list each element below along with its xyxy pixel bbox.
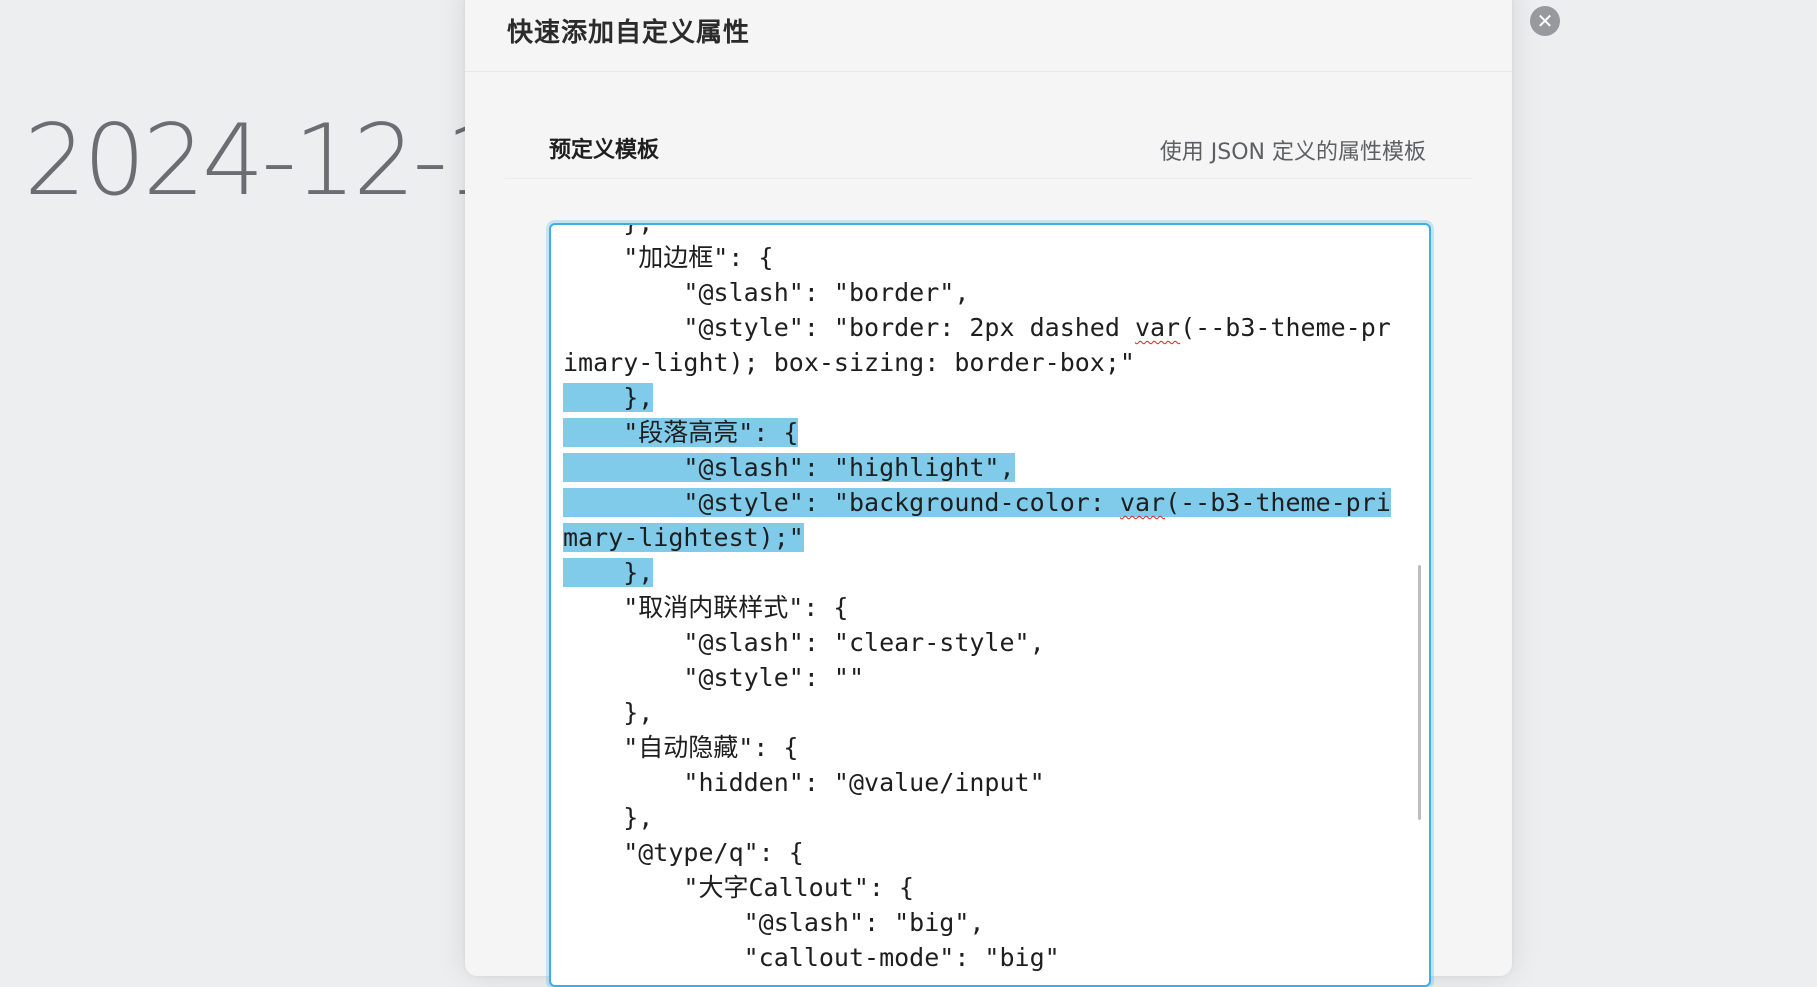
code-line-text: "hidden": "@value/input" <box>563 768 1045 797</box>
code-line-text: }, <box>563 803 654 832</box>
code-line[interactable]: "自动隐藏": { <box>563 730 1399 765</box>
code-line[interactable]: }, <box>563 555 1399 590</box>
code-line[interactable]: "@slash": "big", <box>563 905 1399 940</box>
code-fragment: "@style": "border: 2px dashed <box>563 313 1135 342</box>
editor-scrollbar[interactable] <box>1418 225 1424 985</box>
code-fragment: "@style": "background-color: <box>563 488 1120 517</box>
code-line[interactable]: "段落高亮": { <box>563 415 1399 450</box>
code-line-text: "@style": "background-color: var(--b3-th… <box>563 488 1391 517</box>
code-line[interactable]: "@style": "background-color: var(--b3-th… <box>563 485 1399 520</box>
code-line-text: "@type/q": { <box>563 838 804 867</box>
code-line-text: }, <box>563 225 653 237</box>
code-line[interactable]: "加边框": { <box>563 240 1399 275</box>
code-line[interactable]: "@style": "" <box>563 660 1399 695</box>
section-divider <box>505 178 1472 179</box>
code-line-text: mary-lightest);" <box>563 523 804 552</box>
code-line-text: "@slash": "big", <box>563 908 985 937</box>
code-line-text: "段落高亮": { <box>563 418 799 447</box>
code-line[interactable]: "大字Callout": { <box>563 870 1399 905</box>
json-template-editor[interactable]: }, "加边框": { "@slash": "border", "@style"… <box>549 223 1431 987</box>
code-fragment: (--b3-theme-pri <box>1165 488 1391 517</box>
code-line[interactable]: "取消内联样式": { <box>563 590 1399 625</box>
code-line[interactable]: }, <box>563 800 1399 835</box>
code-line-text: "@style": "" <box>563 663 865 692</box>
close-icon[interactable]: ✕ <box>1530 6 1560 36</box>
code-line[interactable]: }, <box>563 225 1399 240</box>
code-line[interactable]: imary-light); box-sizing: border-box;" <box>563 345 1399 380</box>
code-line-text: "加边框": { <box>563 243 774 272</box>
code-line[interactable]: "@slash": "highlight", <box>563 450 1399 485</box>
code-line[interactable]: "callout-mode": "big" <box>563 940 1399 975</box>
code-line-text: "@style": "border: 2px dashed var(--b3-t… <box>563 313 1391 342</box>
spellcheck-word: var <box>1134 313 1181 342</box>
template-section-label: 预定义模板 <box>549 138 660 163</box>
code-line-text: "@slash": "border", <box>563 278 970 307</box>
code-line[interactable]: }, <box>563 380 1399 415</box>
code-content[interactable]: }, "加边框": { "@slash": "border", "@style"… <box>563 225 1399 975</box>
code-line[interactable]: "@slash": "border", <box>563 275 1399 310</box>
scrollbar-thumb[interactable] <box>1418 565 1421 820</box>
code-line-text: "大字Callout": { <box>563 873 915 902</box>
code-line[interactable]: }, <box>563 695 1399 730</box>
code-line-text: "callout-mode": "big" <box>563 943 1060 972</box>
code-line-text: "@slash": "clear-style", <box>563 628 1045 657</box>
dialog-title: 快速添加自定义属性 <box>507 18 751 48</box>
code-line-text: }, <box>563 383 654 412</box>
code-line-text: imary-light); box-sizing: border-box;" <box>563 348 1135 377</box>
title-divider <box>465 71 1512 72</box>
code-line[interactable]: "@style": "border: 2px dashed var(--b3-t… <box>563 310 1399 345</box>
code-line-text: "自动隐藏": { <box>563 733 799 762</box>
code-fragment: (--b3-theme-pr <box>1180 313 1391 342</box>
code-line[interactable]: mary-lightest);" <box>563 520 1399 555</box>
code-line-text: }, <box>563 558 654 587</box>
spellcheck-word: var <box>1119 488 1166 517</box>
code-line-text: "@slash": "highlight", <box>563 453 1015 482</box>
code-line[interactable]: "@slash": "clear-style", <box>563 625 1399 660</box>
template-section-description: 使用 JSON 定义的属性模板 <box>1159 140 1426 165</box>
code-line[interactable]: "@type/q": { <box>563 835 1399 870</box>
code-line-text: "取消内联样式": { <box>563 593 849 622</box>
code-line[interactable]: "hidden": "@value/input" <box>563 765 1399 800</box>
code-line-text: }, <box>563 698 654 727</box>
